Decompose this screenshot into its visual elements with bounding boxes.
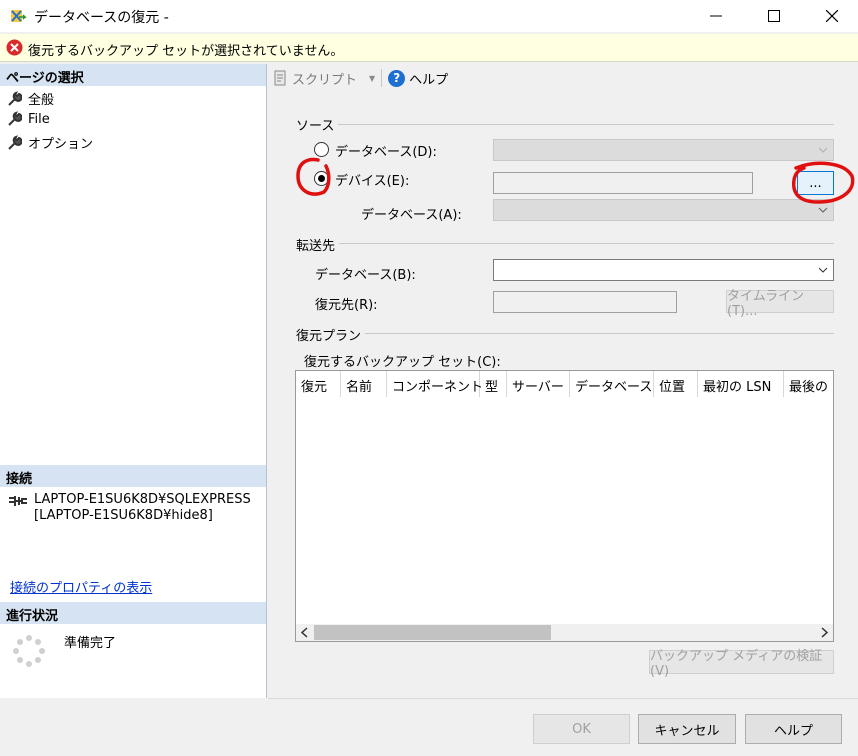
error-icon bbox=[6, 39, 23, 56]
connection-properties-link[interactable]: 接続のプロパティの表示 bbox=[10, 577, 152, 596]
device-radio-label: デバイス(E): bbox=[335, 174, 410, 189]
chevron-down-icon bbox=[818, 267, 828, 273]
connection-header: 接続 bbox=[0, 465, 266, 487]
database-restore-icon bbox=[11, 10, 27, 22]
device-textbox[interactable] bbox=[493, 172, 753, 194]
horizontal-scrollbar[interactable] bbox=[296, 624, 833, 641]
help-label: ヘルプ bbox=[409, 72, 449, 88]
chevron-down-icon bbox=[818, 147, 828, 153]
restore-to-textbox[interactable] bbox=[493, 291, 677, 313]
grid-header: 復元 名前 コンポーネント 型 サーバー データベース 位置 最初の LSN 最… bbox=[296, 371, 833, 397]
chevron-down-icon[interactable]: ▼ bbox=[369, 74, 375, 83]
minimize-icon bbox=[710, 15, 722, 17]
destination-database-combo[interactable] bbox=[493, 259, 834, 281]
plan-divider bbox=[296, 333, 834, 334]
maximize-icon bbox=[768, 10, 780, 22]
column-header-name[interactable]: 名前 bbox=[341, 371, 387, 397]
column-header-server[interactable]: サーバー bbox=[507, 371, 570, 397]
cancel-button[interactable]: キャンセル bbox=[638, 714, 736, 744]
destination-divider bbox=[296, 243, 834, 244]
script-icon bbox=[274, 70, 286, 86]
connection-text: LAPTOP-E1SU6K8D¥SQLEXPRESS [LAPTOP-E1SU6… bbox=[34, 492, 251, 523]
restore-database-window: データベースの復元 - 復元するバックアップ セットが選択されていません。 ペー… bbox=[0, 0, 858, 756]
source-divider bbox=[296, 124, 834, 125]
toolbar: スクリプト ▼ ? ヘルプ bbox=[268, 66, 448, 90]
column-header-first-lsn[interactable]: 最初の LSN bbox=[698, 371, 784, 397]
pages-header: ページの選択 bbox=[0, 64, 266, 86]
wrench-icon bbox=[8, 134, 22, 150]
column-header-position[interactable]: 位置 bbox=[654, 371, 698, 397]
page-item-options[interactable]: オプション bbox=[6, 133, 93, 152]
page-item-label: オプション bbox=[28, 137, 94, 152]
destination-database-label: データベース(B): bbox=[315, 268, 416, 283]
verify-backup-media-button[interactable]: バックアップ メディアの検証(V) bbox=[649, 649, 834, 679]
browse-device-button[interactable]: ... bbox=[797, 171, 834, 195]
destination-group-label: 転送先 bbox=[296, 235, 340, 254]
progress-header: 進行状況 bbox=[0, 602, 266, 624]
page-item-label: File bbox=[28, 111, 50, 127]
footer-divider bbox=[268, 698, 858, 699]
server-connection-icon bbox=[9, 496, 27, 506]
wrench-icon bbox=[8, 90, 22, 106]
chevron-left-icon[interactable] bbox=[300, 627, 310, 638]
chevron-down-icon bbox=[818, 207, 828, 213]
source-group-label: ソース bbox=[296, 115, 339, 134]
script-button[interactable]: スクリプト ▼ bbox=[272, 69, 375, 88]
maximize-button[interactable] bbox=[751, 0, 797, 32]
column-header-component[interactable]: コンポーネント bbox=[387, 371, 483, 397]
restore-to-label: 復元先(R): bbox=[315, 298, 378, 313]
device-database-label: データベース(A): bbox=[361, 208, 462, 223]
left-panel: ページの選択 全般 File オプション 接続 LAPTOP-E1SU6K8D¥… bbox=[0, 64, 267, 698]
page-item-general[interactable]: 全般 bbox=[6, 89, 54, 108]
toolbar-separator bbox=[381, 69, 383, 87]
column-header-restore[interactable]: 復元 bbox=[296, 371, 341, 397]
progress-spinner-icon bbox=[13, 635, 45, 667]
wrench-icon bbox=[8, 111, 22, 126]
help-icon: ? bbox=[388, 69, 406, 87]
ok-button[interactable]: OK bbox=[533, 714, 630, 744]
scrollbar-thumb[interactable] bbox=[314, 625, 551, 640]
page-item-label: 全般 bbox=[28, 93, 55, 108]
restore-plan-label: 復元プラン bbox=[296, 325, 366, 344]
error-message: 復元するバックアップ セットが選択されていません。 bbox=[28, 44, 344, 59]
source-database-combo[interactable] bbox=[493, 139, 834, 161]
timeline-button[interactable]: タイムライン(T)... bbox=[726, 289, 834, 319]
close-button[interactable] bbox=[809, 0, 855, 32]
column-header-database[interactable]: データベース bbox=[570, 371, 654, 397]
device-radio[interactable] bbox=[314, 171, 329, 186]
device-database-combo[interactable] bbox=[493, 199, 834, 221]
database-radio-label: データベース(D): bbox=[335, 145, 437, 160]
close-icon bbox=[826, 10, 838, 22]
window-title: データベースの復元 - bbox=[34, 10, 169, 26]
script-label: スクリプト bbox=[292, 72, 358, 88]
help-button[interactable]: ヘルプ bbox=[745, 714, 842, 744]
help-toolbar-button[interactable]: ? ヘルプ bbox=[388, 69, 448, 88]
backup-sets-label: 復元するバックアップ セット(C): bbox=[304, 355, 501, 370]
progress-status: 準備完了 bbox=[64, 636, 117, 651]
title-bar: データベースの復元 - bbox=[0, 0, 858, 32]
column-header-last[interactable]: 最後の bbox=[784, 371, 833, 397]
backup-sets-grid[interactable]: 復元 名前 コンポーネント 型 サーバー データベース 位置 最初の LSN 最… bbox=[295, 370, 834, 642]
page-item-file[interactable]: File bbox=[6, 111, 50, 127]
database-radio[interactable] bbox=[314, 142, 329, 157]
error-infobar: 復元するバックアップ セットが選択されていません。 bbox=[0, 34, 858, 62]
column-header-type[interactable]: 型 bbox=[480, 371, 507, 397]
minimize-button[interactable] bbox=[693, 0, 739, 32]
chevron-right-icon[interactable] bbox=[819, 627, 829, 638]
